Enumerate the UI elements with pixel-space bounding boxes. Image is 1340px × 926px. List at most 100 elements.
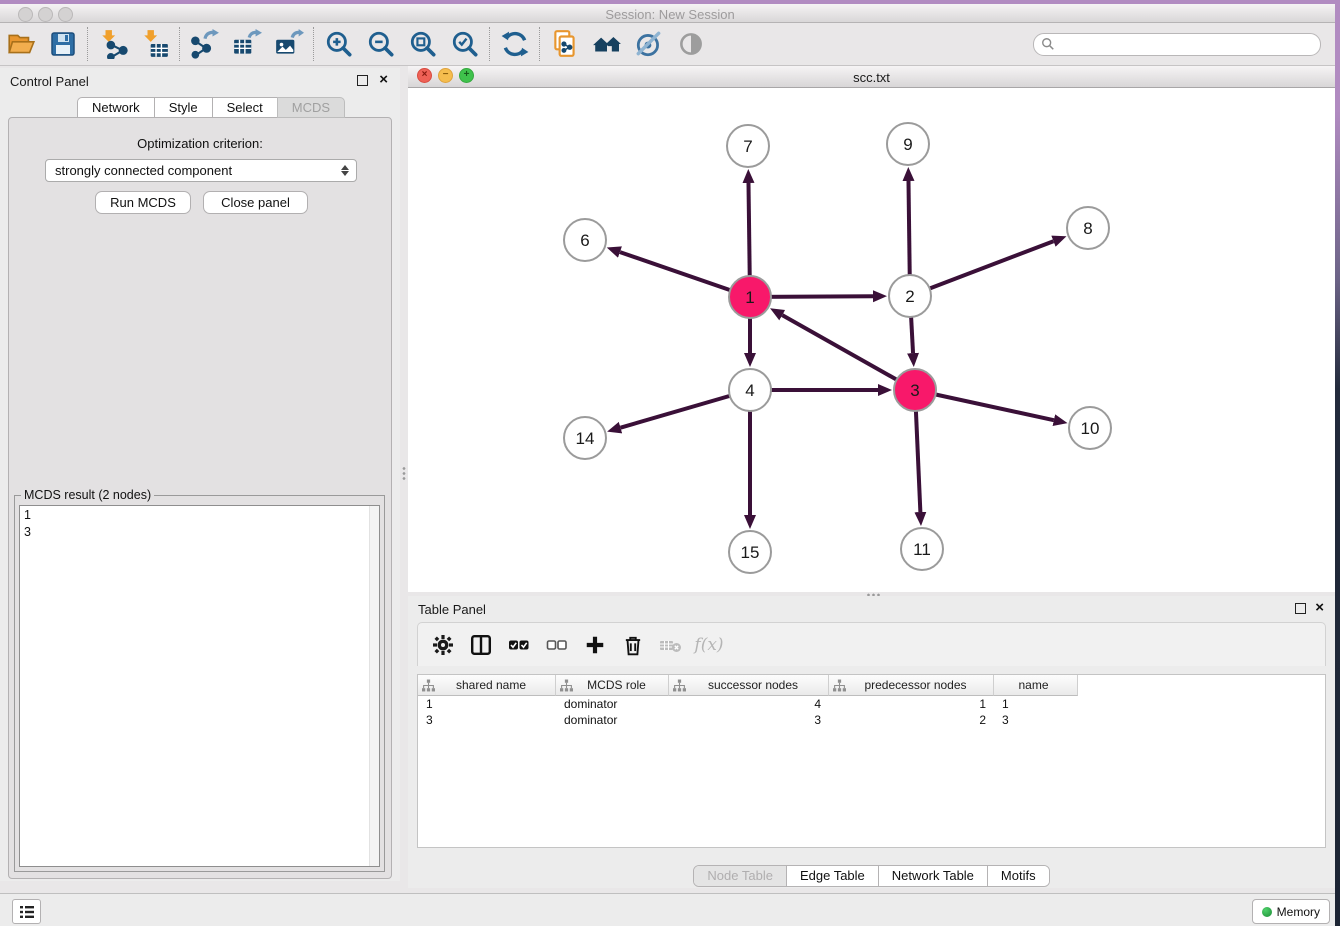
- export-image-button[interactable]: [268, 26, 310, 62]
- result-scrollbar[interactable]: [369, 506, 379, 866]
- zoom-out-icon: [366, 29, 396, 59]
- column-header-shared-name[interactable]: shared name: [418, 675, 556, 696]
- import-network-button[interactable]: [92, 26, 134, 62]
- refresh-button[interactable]: [494, 26, 536, 62]
- search-field[interactable]: [1033, 33, 1321, 56]
- table-panel-tabs: Node TableEdge TableNetwork TableMotifs: [408, 865, 1335, 887]
- zoom-out-button[interactable]: [360, 26, 402, 62]
- tab-network[interactable]: Network: [77, 97, 154, 118]
- export-network-icon: [190, 29, 220, 59]
- split-columns-button[interactable]: [464, 629, 498, 661]
- column-type-icon: [560, 679, 573, 692]
- vertical-splitter[interactable]: [400, 66, 408, 881]
- column-header-predecessor-nodes[interactable]: predecessor nodes: [829, 675, 994, 696]
- control-panel: Control Panel × NetworkStyleSelectMCDS O…: [0, 68, 400, 881]
- gear-icon: [432, 634, 454, 656]
- select-all-button[interactable]: [502, 629, 536, 661]
- table-cell: 3: [994, 712, 1078, 728]
- column-header-successor-nodes[interactable]: successor nodes: [669, 675, 829, 696]
- tab-select[interactable]: Select: [212, 97, 277, 118]
- export-table-button[interactable]: [226, 26, 268, 62]
- graph-node-3[interactable]: 3: [894, 369, 936, 411]
- clone-network-button[interactable]: [544, 26, 586, 62]
- graphics-details-button[interactable]: [670, 26, 712, 62]
- deselect-all-button[interactable]: [540, 629, 574, 661]
- graph-node-14[interactable]: 14: [564, 417, 606, 459]
- delete-column-icon: [622, 634, 644, 656]
- graph-edge-3-1[interactable]: [782, 315, 915, 390]
- column-header-MCDS-role[interactable]: MCDS role: [556, 675, 669, 696]
- table-rows: 1dominator4113dominator323: [418, 696, 1325, 728]
- save-session-button[interactable]: [42, 26, 84, 62]
- node-table[interactable]: shared nameMCDS rolesuccessor nodes prede…: [417, 674, 1326, 848]
- graph-node-1[interactable]: 1: [729, 276, 771, 318]
- dropdown-stepper-icon: [341, 165, 349, 176]
- zoom-in-button[interactable]: [318, 26, 360, 62]
- open-file-icon: [6, 29, 36, 59]
- column-type-icon: [833, 679, 846, 692]
- graph-node-label: 11: [913, 540, 931, 559]
- toolbar-separator: [539, 27, 541, 61]
- delete-column-button[interactable]: [616, 629, 650, 661]
- close-panel-icon[interactable]: ×: [379, 71, 388, 89]
- status-bar: Memory: [0, 893, 1340, 926]
- function-builder-button[interactable]: f(x): [692, 629, 726, 661]
- hide-style-button[interactable]: [628, 26, 670, 62]
- export-network-button[interactable]: [184, 26, 226, 62]
- float-panel-icon[interactable]: [357, 75, 368, 86]
- import-table-button[interactable]: [134, 26, 176, 62]
- import-table-icon: [140, 29, 170, 59]
- import-network-icon: [98, 29, 128, 59]
- table-cell: dominator: [556, 696, 669, 712]
- search-icon: [1041, 37, 1055, 51]
- home-layout-icon: [592, 29, 622, 59]
- criterion-value: strongly connected component: [55, 163, 232, 178]
- memory-status-icon: [1262, 907, 1272, 917]
- tab-node-table[interactable]: Node Table: [694, 866, 787, 886]
- home-layout-button[interactable]: [586, 26, 628, 62]
- delete-table-button[interactable]: [654, 629, 688, 661]
- tab-style[interactable]: Style: [154, 97, 212, 118]
- add-column-button[interactable]: [578, 629, 612, 661]
- memory-button[interactable]: Memory: [1252, 899, 1330, 924]
- tab-mcds[interactable]: MCDS: [277, 97, 345, 118]
- task-history-button[interactable]: [12, 899, 41, 924]
- graph-node-9[interactable]: 9: [887, 123, 929, 165]
- search-input[interactable]: [1055, 37, 1320, 51]
- graph-node-6[interactable]: 6: [564, 219, 606, 261]
- graph-node-label: 10: [1081, 419, 1100, 438]
- run-mcds-button[interactable]: Run MCDS: [95, 191, 191, 214]
- tab-motifs[interactable]: Motifs: [988, 866, 1049, 886]
- toolbar-separator: [489, 27, 491, 61]
- mcds-result-textarea[interactable]: 13: [19, 505, 380, 867]
- graph-node-15[interactable]: 15: [729, 531, 771, 573]
- graph-node-11[interactable]: 11: [901, 528, 943, 570]
- graph-node-10[interactable]: 10: [1069, 407, 1111, 449]
- tab-edge-table[interactable]: Edge Table: [787, 866, 879, 886]
- open-file-button[interactable]: [0, 26, 42, 62]
- split-columns-icon: [470, 634, 492, 656]
- float-panel-icon[interactable]: [1295, 603, 1306, 614]
- table-row[interactable]: 1dominator411: [418, 696, 1325, 712]
- graph-node-2[interactable]: 2: [889, 275, 931, 317]
- zoom-selected-button[interactable]: [444, 26, 486, 62]
- export-image-icon: [274, 29, 304, 59]
- column-header-label: predecessor nodes: [846, 678, 993, 692]
- tab-network-table[interactable]: Network Table: [879, 866, 988, 886]
- close-panel-icon[interactable]: ×: [1315, 599, 1324, 617]
- column-header-name[interactable]: name: [994, 675, 1078, 696]
- toolbar-separator: [179, 27, 181, 61]
- close-panel-button[interactable]: Close panel: [203, 191, 308, 214]
- graph-node-4[interactable]: 4: [729, 369, 771, 411]
- network-canvas[interactable]: 1 2 3 4 6 7 8 9 10 11 14 15: [408, 88, 1335, 592]
- table-row[interactable]: 3dominator323: [418, 712, 1325, 728]
- clone-network-icon: [550, 29, 580, 59]
- mcds-result-line: 1: [24, 507, 379, 524]
- gear-button[interactable]: [426, 629, 460, 661]
- graph-node-8[interactable]: 8: [1067, 207, 1109, 249]
- graph-edge-2-8[interactable]: [910, 241, 1053, 296]
- zoom-fit-button[interactable]: [402, 26, 444, 62]
- criterion-dropdown[interactable]: strongly connected component: [45, 159, 357, 182]
- table-cell: 3: [669, 712, 829, 728]
- graph-node-7[interactable]: 7: [727, 125, 769, 167]
